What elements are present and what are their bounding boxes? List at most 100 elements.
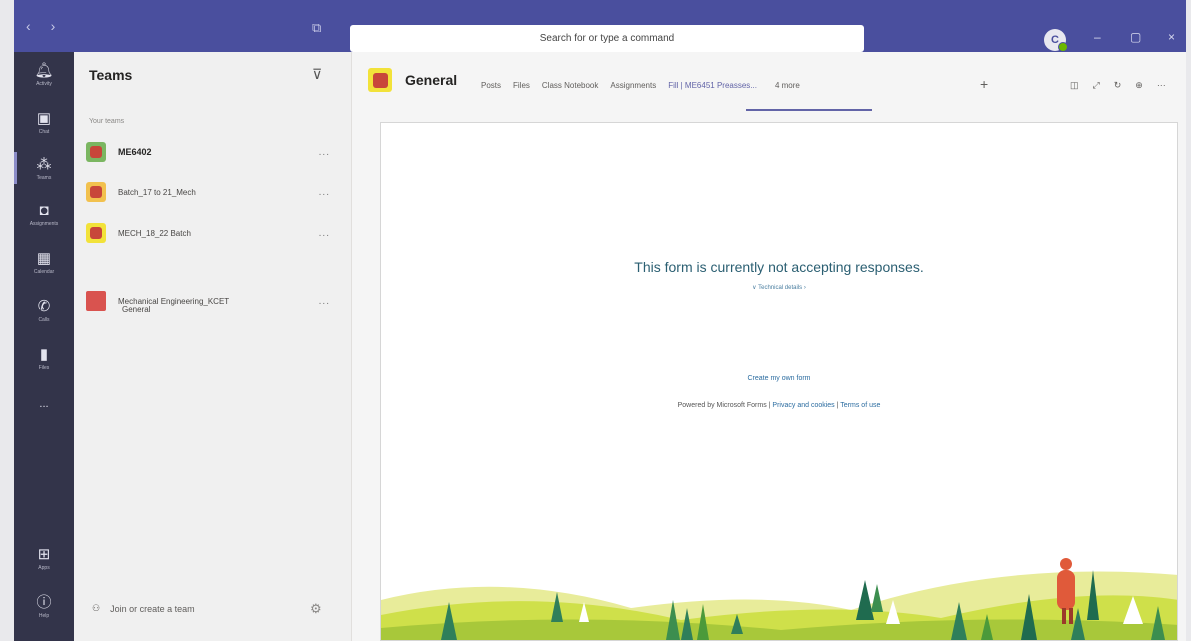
team-more-options[interactable]: ... [319,187,330,198]
teams-window: ‹ › ⧉ Search for or type a command C – ▢… [14,0,1186,641]
form-footer: Powered by Microsoft Forms | Privacy and… [381,402,1177,409]
rail-assignments[interactable]: ◘ Assignments [14,202,74,227]
team-item[interactable]: Batch_17 to 21_Mech ... [86,179,342,205]
privacy-link[interactable]: Privacy and cookies [772,402,834,409]
more-options-icon[interactable]: ··· [1157,80,1166,91]
team-item[interactable]: Mechanical Engineering_KCET ... [86,288,342,314]
rail-label: Calls [38,317,50,323]
channel-team-tile [368,68,392,92]
channel-title: General [405,72,458,88]
rail-label: Apps [38,565,50,571]
rail-calendar[interactable]: ▦ Calendar [14,250,74,275]
teams-icon: ⁂ [36,156,52,173]
rail-label: Chat [38,129,50,135]
gear-icon[interactable]: ⚙ [310,601,322,617]
technical-details-link[interactable]: ∨ Technical details › [381,284,1177,291]
create-form-link[interactable]: Create my own form [381,375,1177,382]
tab-files[interactable]: Files [513,81,530,90]
search-input[interactable]: Search for or type a command [350,25,864,52]
team-tile-dot [372,72,388,88]
rail-more[interactable]: ... [14,396,74,413]
section-label: Your teams [89,118,125,125]
chat-icon: ▣ [36,110,52,127]
tab-actions: ◫ ⤢ ↻ ⊕ ··· [1070,80,1166,91]
conversation-icon[interactable]: ◫ [1070,80,1079,91]
assignments-icon: ◘ [39,202,49,219]
team-name: ME6402 [118,147,152,157]
maximize-icon[interactable]: ▢ [1130,30,1141,44]
compose-icon[interactable]: ⧉ [312,20,321,36]
tab-more[interactable]: 4 more [775,81,800,90]
user-avatar[interactable]: C [1044,29,1068,52]
rail-label: Files [38,365,50,371]
apps-icon: ⊞ [37,546,51,563]
avatar-initial: C [1051,34,1059,46]
close-icon[interactable]: × [1168,30,1175,44]
join-label: Join or create a team [110,603,195,614]
powered-by-text: Powered by Microsoft Forms | [677,402,771,409]
globe-icon[interactable]: ⊕ [1135,80,1143,91]
join-team-button[interactable]: ⚇ Join or create a team [92,603,195,614]
tab-posts[interactable]: Posts [481,81,501,90]
title-bar: ‹ › ⧉ Search for or type a command C – ▢… [14,0,1186,52]
form-frame: This form is currently not accepting res… [380,122,1178,641]
phone-icon: ✆ [37,298,51,315]
tab-class-notebook[interactable]: Class Notebook [542,81,598,90]
teams-panel: Teams ⊽ Your teams ME6402 ... Batch_17 t… [74,52,352,641]
chevron-icon: › [802,285,806,291]
landscape-illustration [381,558,1177,640]
rail-files[interactable]: ▮ Files [14,346,74,371]
file-icon: ▮ [39,346,49,363]
rail-chat[interactable]: ▣ Chat [14,110,74,135]
back-icon[interactable]: ‹ [26,18,31,34]
team-tile [86,142,106,162]
team-tile-dot [90,146,102,158]
team-tile-dot [90,186,102,198]
team-tile-dot [90,227,102,239]
help-icon: ⓘ [36,594,52,611]
team-name: Mechanical Engineering_KCET [118,296,230,306]
active-tab-indicator [746,109,872,111]
panel-title: Teams [89,67,133,83]
rail-label: Help [38,613,50,619]
calendar-icon: ▦ [36,250,52,267]
team-tile [86,291,106,311]
tab-form[interactable]: Fill | ME6451 Preasses... [668,81,757,90]
team-tile [86,223,106,243]
minimize-icon[interactable]: – [1094,30,1101,44]
team-more-options[interactable]: ... [319,147,330,158]
rail-label: Assignments [29,221,59,227]
rail-help[interactable]: ⓘ Help [14,594,74,619]
history-nav: ‹ › [26,18,55,34]
channel-tabs: Posts Files Class Notebook Assignments F… [481,81,800,90]
rail-teams[interactable]: ⁂ Teams [14,152,74,184]
add-tab-icon[interactable]: + [980,76,988,92]
expand-icon[interactable]: ⤢ [1093,80,1100,91]
tab-assignments[interactable]: Assignments [610,81,656,90]
terms-link[interactable]: Terms of use [840,402,880,409]
filter-icon[interactable]: ⊽ [312,66,322,83]
technical-details-label: Technical details [758,285,803,291]
add-team-icon: ⚇ [92,603,101,613]
rail-label: Calendar [33,269,55,275]
more-icon: ... [39,398,49,410]
team-name: Batch_17 to 21_Mech [118,187,196,197]
forward-icon[interactable]: › [51,18,56,34]
form-status-message: This form is currently not accepting res… [634,259,924,275]
rail-activity[interactable]: 🔔︎ Activity [14,62,74,87]
team-item[interactable]: MECH_18_22 Batch ... [86,220,342,246]
rail-apps[interactable]: ⊞ Apps [14,546,74,571]
rail-label: Teams [36,175,52,181]
footer-separator: | [836,402,839,409]
refresh-icon[interactable]: ↻ [1114,80,1122,91]
bell-icon: 🔔︎ [34,62,54,79]
team-more-options[interactable]: ... [319,228,330,239]
team-name: MECH_18_22 Batch [118,228,191,238]
app-rail: 🔔︎ Activity ▣ Chat ⁂ Teams ◘ Assignments… [14,52,74,641]
team-item[interactable]: ME6402 ... [86,139,342,165]
rail-calls[interactable]: ✆ Calls [14,298,74,323]
team-tile [86,182,106,202]
rail-label: Activity [36,81,52,87]
team-more-options[interactable]: ... [319,296,330,307]
channel-view: General Posts Files Class Notebook Assig… [352,52,1186,641]
